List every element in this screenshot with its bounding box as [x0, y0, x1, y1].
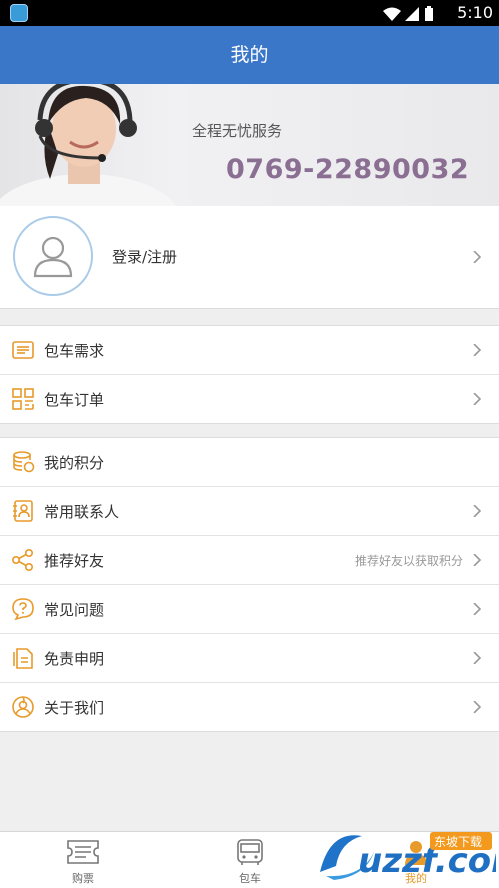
chevron-right-icon — [473, 393, 482, 405]
tab-label: 包车 — [239, 872, 261, 885]
tab-label: 购票 — [72, 872, 94, 885]
coin-stack-icon — [13, 451, 35, 473]
page-title: 我的 — [0, 26, 499, 84]
menu-item-label: 包车订单 — [44, 391, 105, 409]
qr-grid-icon — [12, 388, 34, 410]
status-icons — [383, 6, 433, 21]
menu-item-charter-request[interactable]: 包车需求 — [0, 326, 499, 375]
account-menu-group: 我的积分 常用联系人 推荐好友 推荐好友以获取积分 常见问题 免责申明 关于我们 — [0, 437, 499, 732]
menu-item-label: 免责申明 — [44, 650, 105, 668]
menu-item-label: 常用联系人 — [44, 503, 120, 521]
login-register-row[interactable]: 登录/注册 — [0, 206, 499, 309]
menu-item-my-points[interactable]: 我的积分 — [0, 438, 499, 487]
status-bar: 5:10 — [0, 0, 499, 26]
ticket-icon — [67, 840, 99, 864]
document-icon — [13, 648, 33, 669]
about-icon — [12, 696, 34, 718]
tab-buy-ticket[interactable]: 购票 — [23, 832, 143, 888]
battery-icon — [425, 8, 433, 21]
chevron-right-icon — [473, 251, 482, 263]
status-time: 5:10 — [457, 3, 493, 22]
menu-item-contacts[interactable]: 常用联系人 — [0, 487, 499, 536]
menu-item-recommend-friends[interactable]: 推荐好友 推荐好友以获取积分 — [0, 536, 499, 585]
chevron-right-icon — [473, 554, 482, 566]
tab-charter[interactable]: 包车 — [190, 832, 310, 888]
login-register-label: 登录/注册 — [112, 248, 178, 266]
signal-icon — [405, 7, 419, 21]
menu-item-label: 常见问题 — [44, 601, 105, 619]
banner-slogan: 全程无忧服务 — [192, 122, 283, 140]
chevron-right-icon — [473, 344, 482, 356]
chevron-right-icon — [473, 652, 482, 664]
chevron-right-icon — [473, 505, 482, 517]
question-icon — [12, 598, 34, 621]
charter-menu-group: 包车需求 包车订单 — [0, 325, 499, 424]
menu-item-faq[interactable]: 常见问题 — [0, 585, 499, 634]
menu-item-hint: 推荐好友以获取积分 — [354, 554, 463, 568]
menu-item-label: 关于我们 — [44, 699, 105, 717]
avatar — [13, 216, 93, 296]
menu-item-disclaimer[interactable]: 免责申明 — [0, 634, 499, 683]
bus-icon — [237, 839, 263, 865]
menu-item-label: 推荐好友 — [44, 552, 105, 570]
wifi-icon — [383, 7, 401, 21]
ticket-list-icon — [12, 341, 34, 359]
app-notification-icon — [10, 4, 28, 22]
user-avatar-icon — [33, 236, 73, 278]
contact-card-icon — [13, 500, 33, 522]
chevron-right-icon — [473, 603, 482, 615]
menu-item-charter-orders[interactable]: 包车订单 — [0, 375, 499, 423]
service-phone[interactable]: 0769-22890032 — [226, 154, 469, 185]
menu-item-about-us[interactable]: 关于我们 — [0, 683, 499, 731]
share-icon — [11, 548, 34, 572]
service-banner[interactable]: 全程无忧服务 0769-22890032 — [0, 84, 499, 206]
customer-service-photo — [0, 84, 175, 206]
watermark-badge: 东坡下载 — [434, 835, 482, 849]
menu-item-label: 我的积分 — [44, 454, 105, 472]
menu-item-label: 包车需求 — [44, 342, 105, 360]
chevron-right-icon — [473, 701, 482, 713]
uzzf-watermark-logo: uzzf.com 东坡下载 — [320, 832, 496, 881]
